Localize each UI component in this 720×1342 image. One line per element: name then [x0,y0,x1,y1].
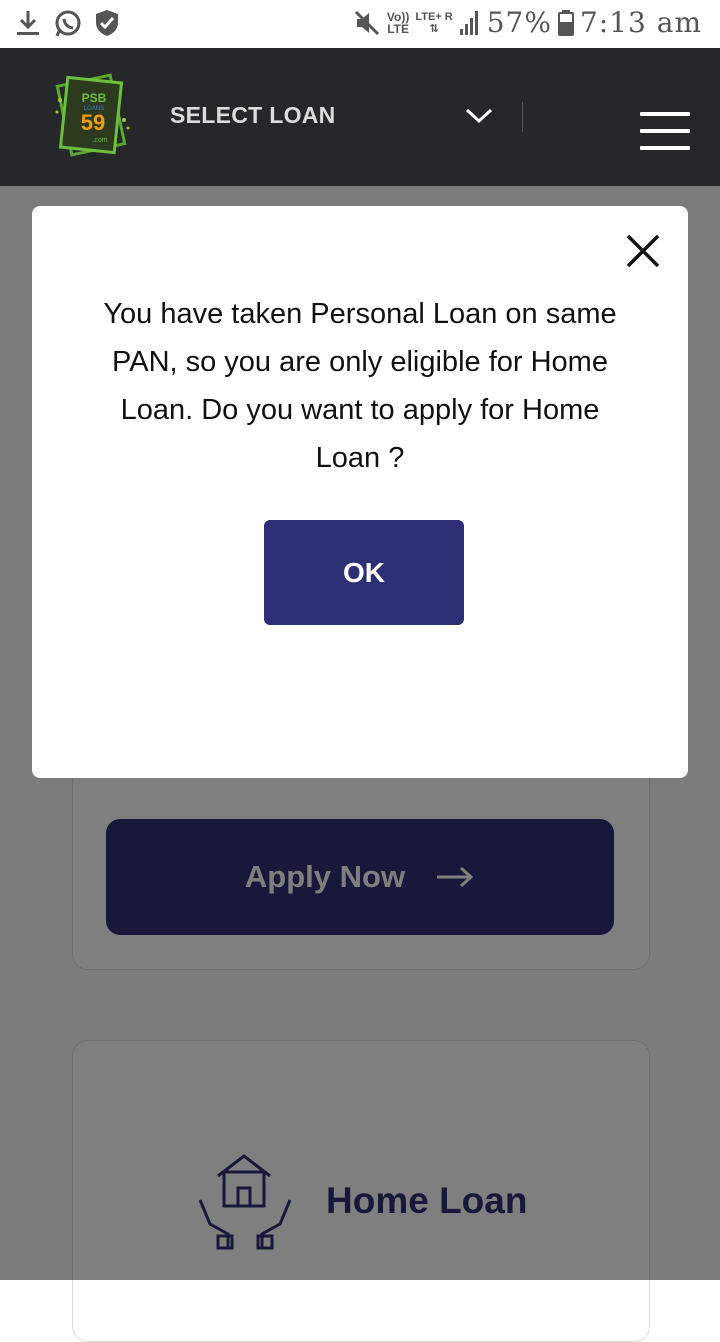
shield-icon [96,10,118,36]
download-icon [17,11,39,35]
status-left-icons [14,8,120,38]
volte-indicator: Vo)) LTE [386,9,410,36]
psb-loans-logo[interactable]: PSB LOANS 59 .com [52,70,132,162]
close-icon[interactable] [624,232,662,270]
svg-text:59: 59 [81,110,105,135]
ok-button[interactable]: OK [264,520,464,625]
battery-percent: 57% [486,6,552,39]
clock: 7:13 am [579,6,702,39]
signal-icon [459,10,478,35]
battery-icon [557,9,574,36]
top-navbar: PSB LOANS 59 .com SELECT LOAN [0,48,720,186]
select-loan-label[interactable]: SELECT LOAN [170,102,336,129]
status-bar: Vo)) LTE LTE+ R ⇅ 57% 7:13 am [0,0,720,48]
status-right-icons: Vo)) LTE LTE+ R ⇅ 57% 7:13 am [353,6,702,39]
chevron-down-icon[interactable] [464,106,494,126]
whatsapp-icon [55,10,81,37]
mute-icon [354,10,379,35]
dialog-message: You have taken Personal Loan on same PAN… [103,298,617,474]
eligibility-dialog: You have taken Personal Loan on same PAN… [32,206,688,778]
svg-text:.com: .com [92,137,107,144]
lte-indicator: LTE+ R ⇅ [415,10,453,35]
hamburger-menu-icon[interactable] [640,112,690,152]
navbar-divider [522,102,523,132]
svg-text:PSB: PSB [82,91,107,105]
